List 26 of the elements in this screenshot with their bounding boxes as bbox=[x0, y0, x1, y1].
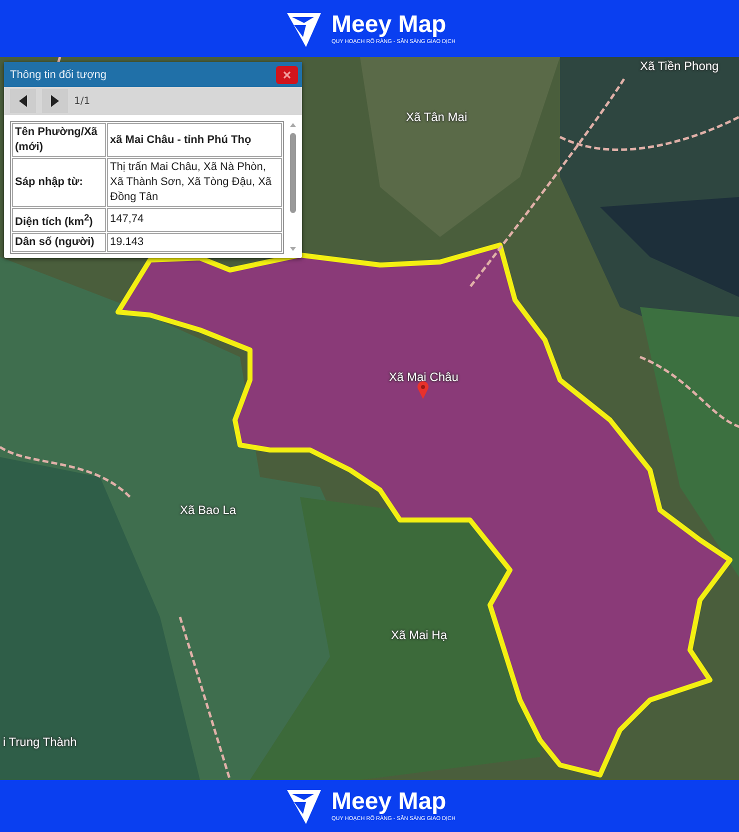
place-label: Xã Mai Châu bbox=[389, 370, 458, 384]
field-value: Thị trấn Mai Châu, Xã Nà Phòn, Xã Thành Sơn, Xã Tòng Đậu, Xã Đồng Tân bbox=[107, 158, 282, 207]
location-pin-icon bbox=[417, 381, 429, 399]
field-label: Diện tích (km$^{2}$) bbox=[12, 208, 106, 232]
place-label: Xã Mai Hạ bbox=[391, 628, 448, 642]
scrollbar[interactable] bbox=[288, 121, 298, 253]
place-label: Xã Tiền Phong bbox=[640, 59, 719, 73]
previous-button[interactable] bbox=[10, 89, 36, 113]
right-triangle-icon bbox=[51, 95, 59, 107]
place-label: Xã Bao La bbox=[180, 503, 236, 517]
popup-title: Thông tin đối tượng bbox=[10, 68, 107, 80]
brand-name: Meey Map bbox=[332, 789, 446, 815]
left-triangle-icon bbox=[19, 95, 27, 107]
field-value: 147,74 bbox=[107, 208, 282, 232]
field-label: Sáp nhập từ: bbox=[12, 158, 106, 207]
page-counter: 1/1 bbox=[74, 96, 90, 106]
field-label: Dân số (người) bbox=[12, 232, 106, 252]
close-icon bbox=[283, 70, 291, 78]
field-label: Tên Phường/Xã (mới) bbox=[12, 123, 106, 157]
place-label: Xã Tân Mai bbox=[406, 110, 468, 124]
place-label: i Trung Thành bbox=[3, 735, 77, 749]
brand-name: Meey Map bbox=[332, 12, 446, 38]
field-value: 19.143 bbox=[107, 232, 282, 252]
close-button[interactable] bbox=[276, 66, 298, 84]
field-value: xã Mai Châu - tỉnh Phú Thọ bbox=[107, 123, 282, 157]
next-button[interactable] bbox=[42, 89, 68, 113]
